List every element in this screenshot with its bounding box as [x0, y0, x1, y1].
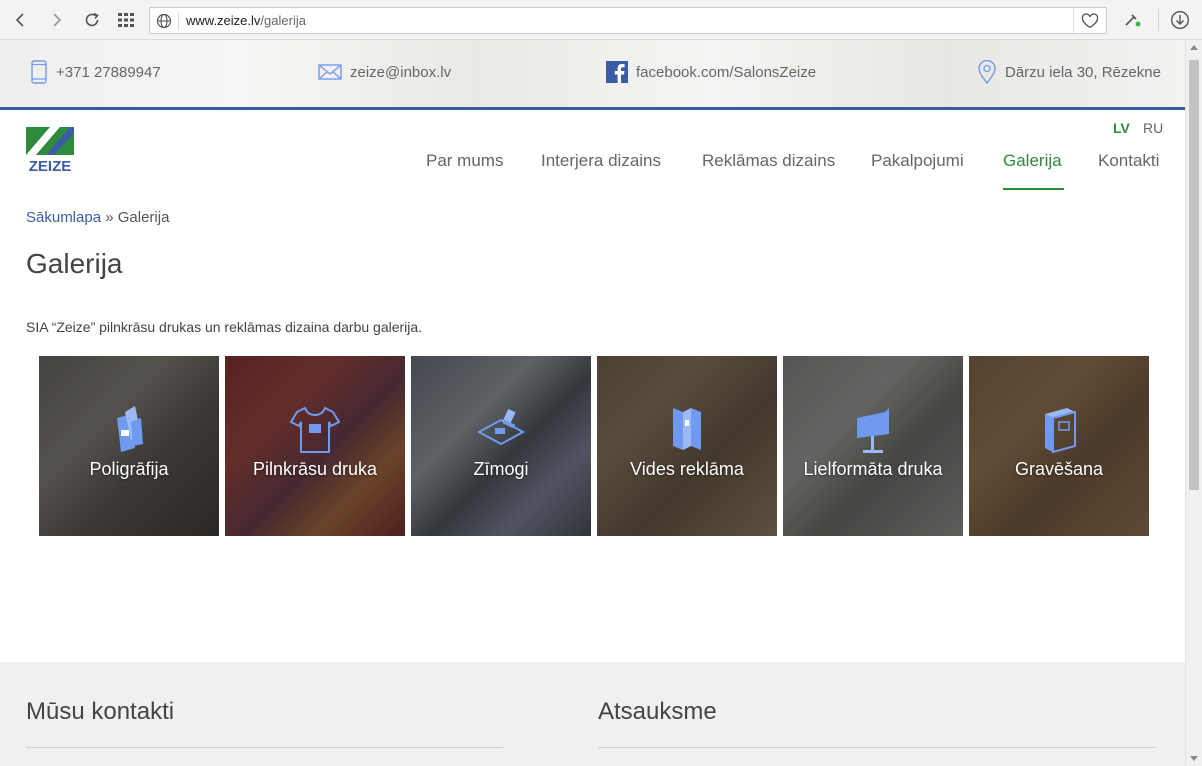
- facebook-link: facebook.com/SalonsZeize: [636, 63, 817, 81]
- heart-icon: [1081, 12, 1099, 28]
- page-scrollbar[interactable]: [1185, 40, 1202, 766]
- back-arrow-icon: [15, 13, 24, 27]
- url-domain: www.zeize.lv: [186, 13, 261, 28]
- footer: Mūsu kontakti Atsauksme: [0, 662, 1185, 766]
- nav-kontakti[interactable]: Kontakti: [1098, 151, 1159, 171]
- reload-button[interactable]: [80, 8, 104, 32]
- nav-interjera-dizains[interactable]: Interjera dizains: [541, 151, 661, 171]
- forward-button[interactable]: [45, 8, 69, 32]
- facebook-contact[interactable]: facebook.com/SalonsZeize: [606, 60, 816, 84]
- reload-icon: [85, 12, 99, 27]
- paper-icon: [117, 406, 143, 452]
- location-pin-icon: [978, 60, 996, 84]
- tile-label: Vides reklāma: [630, 459, 744, 479]
- gallery-tile-lielformata-druka[interactable]: Lielformāta druka: [783, 356, 963, 536]
- nav-par-mums[interactable]: Par mums: [426, 151, 503, 171]
- nav-reklamas-dizains[interactable]: Reklāmas dizains: [702, 151, 835, 171]
- footer-feedback-title: Atsauksme: [598, 698, 717, 725]
- download-icon: [1170, 10, 1190, 30]
- address-separator: [178, 12, 179, 30]
- nav-galerija[interactable]: Galerija: [1003, 151, 1062, 171]
- logo-text: ZEIZE: [29, 158, 72, 173]
- gallery-tile-gravesana[interactable]: Gravēšana: [969, 356, 1149, 536]
- breadcrumb-current: Galerija: [117, 209, 170, 226]
- gallery-tile-pilnkrasu-druka[interactable]: Pilnkrāsu druka: [225, 356, 405, 536]
- contact-topbar: +371 27889947 zeize@inbox.lv facebook.co…: [0, 40, 1185, 110]
- scroll-thumb[interactable]: [1189, 60, 1199, 490]
- scroll-down-arrow-icon[interactable]: [1190, 756, 1198, 761]
- envelope-icon: [318, 64, 342, 80]
- street-address: Dārzu iela 30, Rēzekne: [1005, 63, 1161, 81]
- url-path: /galerija: [260, 13, 306, 28]
- billboard-icon: [857, 408, 889, 453]
- tile-label: Gravēšana: [1014, 459, 1104, 479]
- url-text[interactable]: www.zeize.lv/galerija: [186, 13, 306, 28]
- breadcrumb: Sākumlapa » Galerija: [26, 209, 169, 226]
- stamp-icon: [476, 408, 526, 446]
- facebook-icon: [606, 61, 628, 83]
- browser-toolbar: www.zeize.lv/galerija: [0, 0, 1202, 40]
- site-logo[interactable]: ZEIZE: [26, 127, 74, 175]
- back-button[interactable]: [8, 8, 32, 32]
- lang-ru[interactable]: RU: [1143, 120, 1163, 136]
- downloads-button[interactable]: [1168, 8, 1192, 32]
- gallery-tile-vides-reklama[interactable]: Vides reklāma: [597, 356, 777, 536]
- footer-contacts-title: Mūsu kontakti: [26, 698, 175, 725]
- grid-icon: [118, 13, 134, 27]
- tile-label: Pilnkrāsu druka: [252, 459, 378, 479]
- zeize-logo-icon: ZEIZE: [26, 127, 74, 175]
- nav-pakalpojumi[interactable]: Pakalpojumi: [871, 151, 964, 171]
- tile-label: Lielformāta druka: [803, 459, 943, 479]
- footer-feedback-rule: [598, 747, 1156, 748]
- gallery-tile-zimogi[interactable]: Zīmogi: [411, 356, 591, 536]
- toolbar-divider: [1158, 9, 1159, 31]
- box-icon: [1045, 408, 1076, 454]
- phone-icon: [31, 60, 47, 84]
- banner-icon: [673, 408, 701, 450]
- lang-lv[interactable]: LV: [1113, 120, 1130, 136]
- tile-label: Poligrāfija: [89, 459, 169, 479]
- active-menu-underline: [1003, 188, 1064, 190]
- bookmark-button[interactable]: [1073, 8, 1106, 33]
- address-bar[interactable]: www.zeize.lv/galerija: [149, 7, 1107, 34]
- breadcrumb-home-link[interactable]: Sākumlapa: [26, 209, 101, 226]
- footer-contacts-rule: [26, 747, 503, 748]
- extension-button[interactable]: [1121, 8, 1145, 32]
- phone-number: +371 27889947: [56, 63, 161, 81]
- breadcrumb-separator: »: [105, 209, 114, 226]
- tile-label: Zīmogi: [473, 459, 529, 479]
- extension-icon: [1125, 14, 1141, 27]
- page-title: Galerija: [26, 248, 123, 279]
- page-intro: SIA “Zeize” pilnkrāsu drukas un reklāmas…: [26, 319, 423, 335]
- tshirt-icon: [289, 406, 341, 453]
- forward-arrow-icon: [53, 13, 62, 27]
- gallery-tile-poligrafija[interactable]: Poligrāfija: [39, 356, 219, 536]
- email-address: zeize@inbox.lv: [350, 63, 452, 81]
- speed-dial-button[interactable]: [114, 8, 138, 32]
- address-contact[interactable]: Dārzu iela 30, Rēzekne: [977, 60, 1161, 84]
- email-contact[interactable]: zeize@inbox.lv: [318, 60, 451, 84]
- phone-contact[interactable]: +371 27889947: [30, 60, 161, 84]
- scroll-up-arrow-icon[interactable]: [1190, 45, 1198, 50]
- globe-icon: [156, 13, 172, 29]
